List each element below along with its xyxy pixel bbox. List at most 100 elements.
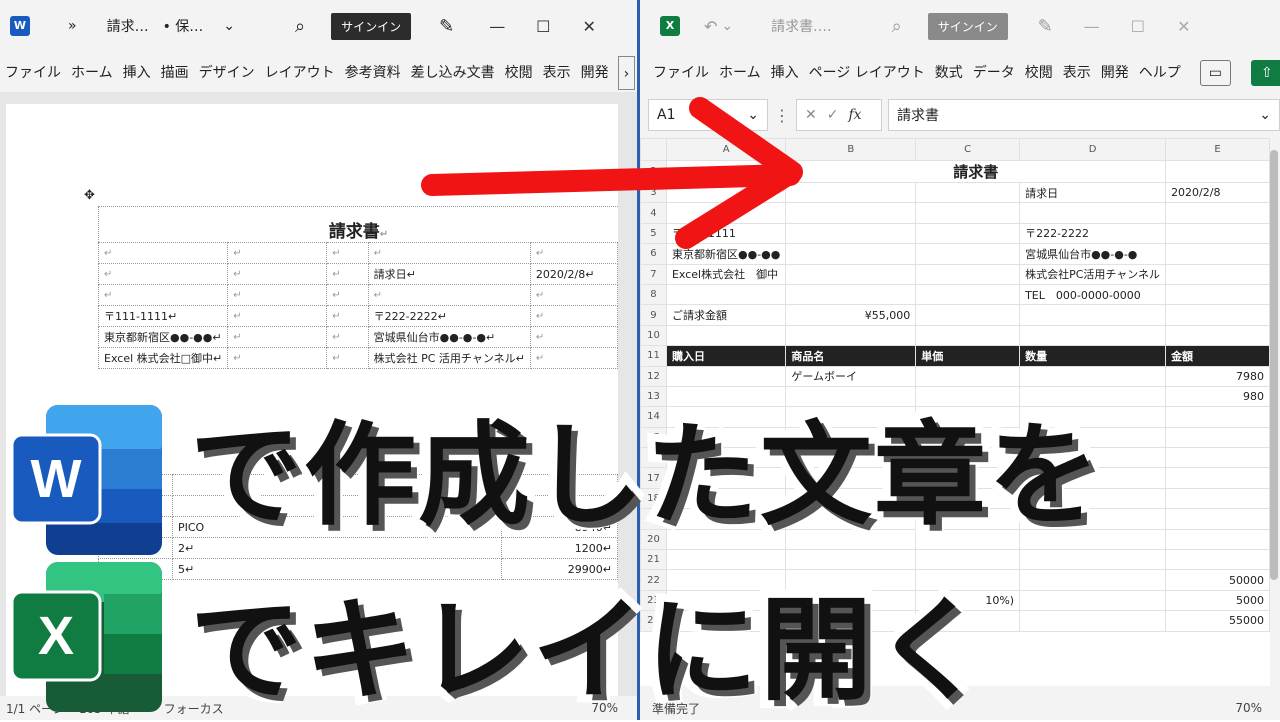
word-table-cell[interactable]: ↵: [326, 347, 369, 369]
name-box[interactable]: A1 ⌄: [648, 99, 768, 131]
grid-cell[interactable]: [1165, 304, 1270, 326]
word-table-cell[interactable]: ↵: [529, 242, 619, 264]
grid-cell[interactable]: 〒111-1111: [665, 222, 787, 245]
grid-cell[interactable]: [1019, 610, 1167, 632]
column-header[interactable]: C: [915, 138, 1021, 161]
excel-tab-home[interactable]: ホーム: [714, 56, 766, 90]
grid-cell[interactable]: 数量: [1019, 345, 1167, 367]
grid-cell[interactable]: [1165, 406, 1270, 428]
word-tab-view[interactable]: 表示: [538, 56, 576, 90]
row-header[interactable]: 5: [640, 222, 667, 245]
insert-function-button[interactable]: fx: [848, 107, 861, 123]
grid-cell[interactable]: [915, 283, 1021, 306]
word-table-cell[interactable]: ↵: [326, 284, 369, 306]
word-table-cell[interactable]: ↵: [227, 326, 328, 348]
word-table[interactable]: ↵ ↵ ↵ ↵ ↵ ↵ ↵ ↵ 請求日↵ 2020/2/8↵ ↵ ↵ ↵ ↵ ↵ 〒111-1111↵ ↵ ↵ 〒2…: [97, 242, 619, 369]
excel-tab-file[interactable]: ファイル: [648, 56, 714, 90]
word-table-cell[interactable]: ↵: [97, 284, 229, 306]
grid-cell[interactable]: [915, 263, 1021, 285]
word-tab-home[interactable]: ホーム: [66, 56, 118, 90]
word-tab-references[interactable]: 参考資料: [340, 56, 406, 90]
grid-cell[interactable]: [1019, 569, 1167, 591]
word-table-cell[interactable]: ↵: [227, 284, 328, 306]
maximize-icon[interactable]: ☐: [1115, 17, 1161, 36]
grid-cell[interactable]: 55000: [1165, 610, 1270, 632]
grid-cell[interactable]: [665, 181, 787, 204]
word-signin-button[interactable]: サインイン: [331, 12, 412, 40]
grid-cell[interactable]: ¥55,000: [785, 304, 917, 326]
grid-cell[interactable]: [1165, 263, 1270, 285]
grid-cell[interactable]: [1019, 202, 1167, 224]
grid-cell[interactable]: [915, 222, 1021, 245]
grid-cell[interactable]: [915, 365, 1021, 387]
grid-cell[interactable]: 50000: [1165, 569, 1270, 591]
grid-cell[interactable]: ゲームボーイ: [785, 365, 917, 387]
chevron-down-icon[interactable]: ⌄: [1259, 107, 1271, 123]
grid-cell[interactable]: 金額: [1165, 345, 1270, 367]
word-tab-review[interactable]: 校閲: [500, 56, 538, 90]
word-tab-file[interactable]: ファイル: [0, 56, 66, 90]
grid-cell[interactable]: [1165, 549, 1270, 571]
grid-cell[interactable]: [1165, 467, 1270, 489]
undo-icon[interactable]: ↶: [704, 17, 717, 36]
word-table-cell[interactable]: ↵: [227, 305, 328, 327]
grid-cell[interactable]: 単価: [915, 345, 1021, 367]
word-table-cell[interactable]: 2020/2/8↵: [529, 263, 619, 285]
excel-tab-review[interactable]: 校閲: [1020, 56, 1058, 90]
search-icon[interactable]: ⌕: [892, 16, 902, 37]
grid-cell[interactable]: 請求書: [785, 160, 1167, 183]
grid-cell[interactable]: TEL 000-0000-0000: [1019, 283, 1167, 306]
excel-zoom-level[interactable]: 70%: [1235, 701, 1262, 715]
word-table-cell[interactable]: ↵: [529, 326, 619, 348]
cancel-icon[interactable]: ✕: [805, 107, 817, 123]
grid-cell[interactable]: [665, 283, 787, 306]
grid-cell[interactable]: [1019, 365, 1167, 387]
grid-cell[interactable]: [1165, 324, 1270, 347]
word-table-cell[interactable]: ↵: [227, 242, 328, 264]
word-table-cell[interactable]: ↵: [227, 347, 328, 369]
word-table-cell[interactable]: ↵: [97, 263, 229, 285]
word-table-cell[interactable]: 宮城県仙台市●●-●-●↵: [367, 326, 531, 348]
word-doc-heading[interactable]: 請求書↵: [98, 206, 618, 242]
chevron-down-icon[interactable]: ⌄: [747, 107, 759, 123]
row-header[interactable]: 12: [640, 365, 667, 387]
word-table-cell[interactable]: 請求日↵: [367, 263, 531, 285]
word-table-cell[interactable]: ↵: [529, 284, 619, 306]
grid-cell[interactable]: [1019, 589, 1167, 612]
row-header[interactable]: 7: [640, 263, 667, 285]
close-icon[interactable]: ✕: [566, 17, 612, 36]
vertical-scrollbar[interactable]: [1270, 150, 1278, 580]
row-header[interactable]: 4: [640, 202, 667, 224]
grid-cell[interactable]: [1165, 487, 1270, 510]
grid-cell[interactable]: [1165, 508, 1270, 530]
word-more-button[interactable]: »: [68, 18, 77, 34]
grid-cell[interactable]: 購入日: [665, 345, 787, 367]
grid-cell[interactable]: 2020/2/8: [1165, 181, 1270, 204]
chevron-down-icon[interactable]: ⌄: [721, 18, 733, 34]
grid-cell[interactable]: [665, 160, 787, 183]
grid-cell[interactable]: [1165, 426, 1270, 449]
word-table-cell[interactable]: ↵: [367, 242, 531, 264]
minimize-icon[interactable]: —: [474, 17, 520, 36]
maximize-icon[interactable]: ☐: [520, 17, 566, 36]
word-tab-layout[interactable]: レイアウト: [260, 56, 340, 90]
word-table-cell[interactable]: ↵: [529, 347, 619, 369]
column-header[interactable]: A: [665, 138, 787, 161]
row-header[interactable]: 9: [640, 304, 667, 326]
word-tab-draw[interactable]: 描画: [156, 56, 194, 90]
word-table-cell[interactable]: ↵: [529, 305, 619, 327]
word-table-cell[interactable]: ↵: [326, 305, 369, 327]
grid-cell[interactable]: [785, 202, 917, 224]
grid-cell[interactable]: [785, 283, 917, 306]
designer-icon[interactable]: ✎: [439, 16, 454, 37]
grid-cell[interactable]: [1165, 160, 1270, 183]
search-icon[interactable]: ⌕: [295, 16, 305, 37]
row-header[interactable]: 2: [640, 160, 667, 183]
designer-icon[interactable]: ✎: [1038, 16, 1053, 37]
word-tab-insert[interactable]: 挿入: [118, 56, 156, 90]
column-header[interactable]: B: [785, 138, 917, 161]
grid-cell[interactable]: 商品名: [785, 345, 917, 367]
excel-tab-data[interactable]: データ: [968, 56, 1020, 90]
grid-cell[interactable]: 980: [1165, 385, 1270, 408]
grid-cell[interactable]: [1165, 202, 1270, 224]
